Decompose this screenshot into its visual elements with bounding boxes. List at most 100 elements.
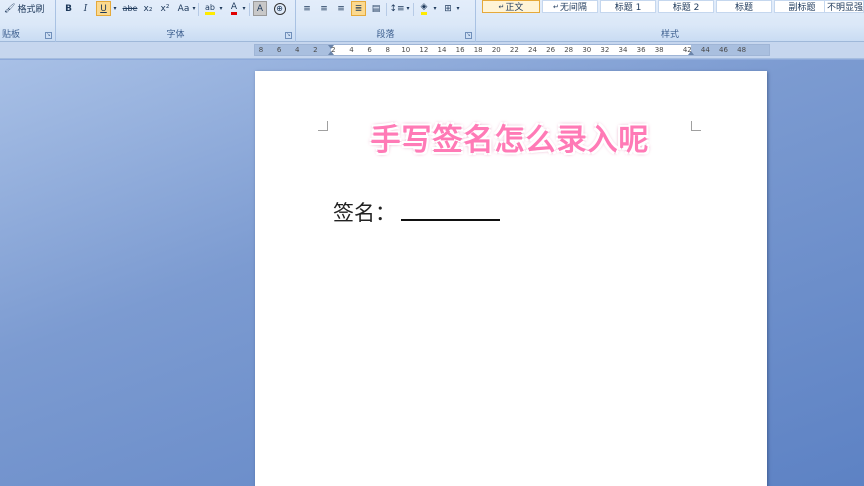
borders-dropdown-icon[interactable]: ▾ — [455, 1, 461, 16]
signature-line[interactable] — [401, 219, 500, 221]
ruler-tick: 24 — [528, 46, 537, 54]
font-separator — [198, 3, 199, 16]
crop-mark-top-left — [318, 121, 328, 131]
paint-bucket-icon: ◈ — [420, 2, 428, 15]
ruler-bar: 8 6 4 2 2 4 6 8 10 12 14 16 18 20 22 24 26 28 30 32 34 36 38 42… — [0, 42, 864, 59]
style-no-spacing-label: 无间隔 — [559, 3, 587, 13]
ruler-tick: 10 — [401, 46, 411, 54]
signature-label: 签名： — [333, 201, 396, 225]
paragraph-group: ≡ ≡ ≡ ≣ ▤ ↕≡ ▾ ◈ ▾ ⊞ ▾ 段落 ↘ — [296, 0, 476, 42]
highlighter-icon: ab — [205, 3, 215, 15]
line-spacing-button[interactable]: ↕≡ — [389, 1, 405, 16]
clipboard-group: 🖌 格式刷 贴板 ↘ — [0, 0, 56, 42]
borders-icon: ⊞ — [444, 3, 452, 14]
change-case-button[interactable]: Aa — [176, 1, 191, 16]
clipboard-dialog-launcher[interactable]: ↘ — [45, 32, 52, 39]
ruler-tick: 36 — [636, 46, 646, 54]
check-icon-2: ↵ — [553, 2, 559, 11]
align-left-icon: ≡ — [303, 3, 311, 14]
ruler-tick: 30 — [582, 46, 592, 54]
style-normal-label: 正文 — [505, 3, 524, 13]
style-heading-2-label: 标题 2 — [672, 3, 700, 13]
align-center-button[interactable]: ≡ — [317, 1, 331, 16]
highlight-button[interactable]: ab — [202, 1, 218, 16]
check-icon: ↵ — [498, 2, 505, 11]
ruler-tick: 16 — [455, 46, 465, 54]
ruler-tick: 28 — [564, 46, 574, 54]
ruler-left-margin — [255, 45, 331, 55]
document-page[interactable]: 手写签名怎么录入呢 签名： — [255, 71, 767, 486]
ruler-tick: 38 — [654, 46, 664, 54]
style-subtle-emphasis[interactable]: 不明显强 — [824, 0, 864, 13]
format-painter-button[interactable]: 🖌 格式刷 — [4, 2, 45, 16]
style-title[interactable]: 标题 — [716, 0, 772, 13]
ruler-tick: 8 — [258, 46, 264, 54]
ruler-tick: 46 — [719, 46, 728, 54]
italic-button[interactable]: I — [79, 1, 92, 16]
justify-icon: ≣ — [354, 3, 363, 14]
subscript-button[interactable]: x₂ — [141, 1, 155, 16]
bold-button[interactable]: B — [62, 1, 75, 16]
align-center-icon: ≡ — [320, 3, 328, 14]
style-normal[interactable]: ↵ 正文 — [482, 0, 540, 13]
highlight-dropdown-icon[interactable]: ▾ — [218, 1, 224, 16]
ruler-tick: 12 — [419, 46, 429, 54]
line-spacing-dropdown-icon[interactable]: ▾ — [405, 1, 411, 16]
borders-button[interactable]: ⊞ — [441, 1, 455, 16]
ruler-tick: 22 — [509, 46, 519, 54]
style-heading-1[interactable]: 标题 1 — [600, 0, 656, 13]
ruler-tick: 2 — [313, 46, 318, 54]
ruler-tick: 34 — [618, 46, 628, 54]
align-right-button[interactable]: ≡ — [334, 1, 348, 16]
style-heading-1-label: 标题 1 — [614, 3, 642, 13]
shading-dropdown-icon[interactable]: ▾ — [432, 1, 438, 16]
font-color-button[interactable]: A — [227, 1, 241, 16]
ruler-tick: 44 — [700, 46, 710, 54]
ruler-tick: 48 — [737, 46, 747, 54]
font-group: B I U ▾ abe x₂ x² Aa ▾ ab ▾ A ▾ A ⊕ 字体 ↘ — [56, 0, 296, 42]
superscript-button[interactable]: x² — [158, 1, 172, 16]
ruler-tick: 4 — [294, 46, 300, 54]
font-separator-2 — [249, 3, 250, 16]
ruler-tick: 20 — [491, 46, 501, 54]
font-color-icon: A — [230, 2, 238, 15]
distributed-icon: ▤ — [371, 3, 381, 14]
enclose-char-button[interactable]: ⊕ — [272, 1, 287, 16]
ruler-tick: 2 — [331, 46, 336, 54]
style-heading-2[interactable]: 标题 2 — [658, 0, 714, 13]
change-case-dropdown-icon[interactable]: ▾ — [191, 1, 197, 16]
ruler-tick: 18 — [473, 46, 483, 54]
styles-group-label: 样式 — [660, 30, 679, 40]
horizontal-ruler[interactable]: 8 6 4 2 2 4 6 8 10 12 14 16 18 20 22 24 26 28 30 32 34 36 38 42… — [254, 44, 770, 56]
char-shading-button[interactable]: A — [253, 1, 267, 16]
strikethrough-button[interactable]: abe — [122, 1, 138, 16]
underline-button[interactable]: U — [96, 1, 111, 16]
distributed-button[interactable]: ▤ — [369, 1, 383, 16]
align-left-button[interactable]: ≡ — [300, 1, 314, 16]
ruler-tick: 4 — [349, 46, 354, 54]
underline-dropdown-icon[interactable]: ▾ — [112, 1, 118, 16]
align-right-icon: ≡ — [337, 3, 345, 14]
format-painter-label: 格式刷 — [17, 5, 45, 15]
line-spacing-icon: ↕≡ — [389, 3, 405, 14]
style-subtitle[interactable]: 副标题 — [774, 0, 830, 13]
style-no-spacing[interactable]: ↵ 无间隔 — [542, 0, 598, 13]
ruler-tick: 26 — [546, 46, 556, 54]
paragraph-group-label: 段落 — [376, 30, 395, 40]
style-subtitle-label: 副标题 — [788, 3, 816, 13]
styles-group: ↵ 正文 ↵ 无间隔 标题 1 标题 2 标题 副标题 不明显强 样式 — [476, 0, 864, 42]
shading-button[interactable]: ◈ — [416, 1, 432, 16]
style-subtle-emphasis-label: 不明显强 — [827, 3, 864, 13]
ruler-tick: 8 — [385, 46, 390, 54]
justify-button[interactable]: ≣ — [351, 1, 366, 16]
ruler-tick: 6 — [367, 46, 372, 54]
paragraph-separator-2 — [413, 3, 414, 16]
font-dialog-launcher[interactable]: ↘ — [285, 32, 292, 39]
paragraph-separator — [386, 3, 387, 16]
paragraph-dialog-launcher[interactable]: ↘ — [465, 32, 472, 39]
ruler-tick: 6 — [276, 46, 282, 54]
ruler-tick: 14 — [437, 46, 447, 54]
font-color-dropdown-icon[interactable]: ▾ — [241, 1, 247, 16]
crop-mark-top-right — [691, 121, 701, 131]
ruler-tick: 42 — [682, 46, 692, 54]
